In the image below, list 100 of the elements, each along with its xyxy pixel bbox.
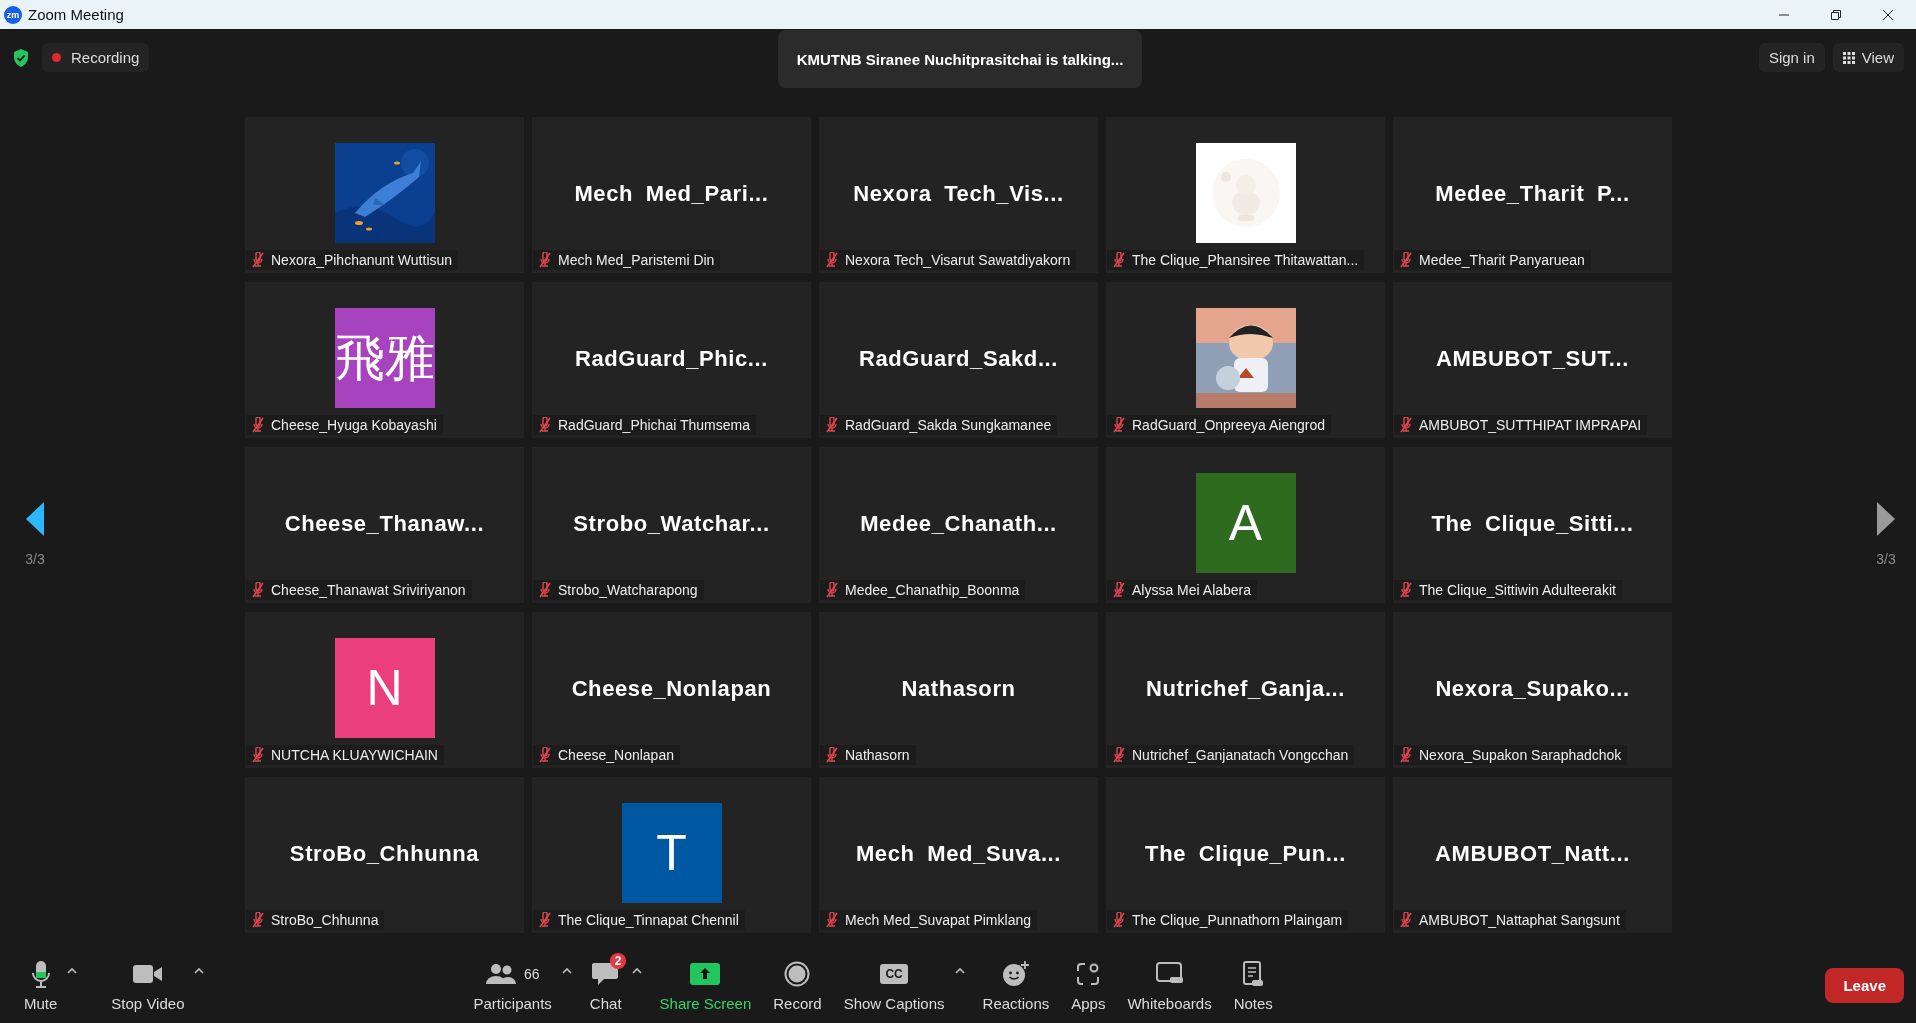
- shield-icon[interactable]: [12, 47, 30, 68]
- participant-tile[interactable]: AMBUBOT_Natt... AMBUBOT_Nattaphat Sangsunt: [1393, 777, 1672, 933]
- apps-button[interactable]: Apps: [1067, 955, 1110, 1016]
- participant-tile[interactable]: Strobo_Watchar... Strobo_Watcharapong: [532, 447, 811, 603]
- participant-name: Nathasorn: [901, 676, 1016, 702]
- participant-tile[interactable]: RadGuard_Onpreeya Aiengrod: [1106, 282, 1385, 438]
- participant-tile[interactable]: RadGuard_Sakd... RadGuard_Sakda Sungkamanee: [819, 282, 1098, 438]
- participant-tile[interactable]: RadGuard_Phic... RadGuard_Phichai Thumsema: [532, 282, 811, 438]
- participant-name: The Clique_Pun...: [1145, 841, 1346, 867]
- participant-name: RadGuard_Phic...: [575, 346, 768, 372]
- record-button[interactable]: Record: [769, 955, 826, 1016]
- participant-full-name: Nathasorn: [845, 747, 910, 763]
- participant-full-name: The Clique_Tinnapat Chennil: [558, 912, 739, 928]
- participant-full-name: Alyssa Mei Alabera: [1132, 582, 1252, 598]
- restore-icon[interactable]: [1830, 8, 1842, 21]
- participant-tile[interactable]: AMBUBOT_SUT... AMBUBOT_SUTTHIPAT IMPRAPAI: [1393, 282, 1672, 438]
- avatar-initial: 飛雅: [334, 308, 435, 408]
- captions-button[interactable]: CC Show Captions: [839, 955, 949, 1016]
- participant-name: Cheese_Thanaw...: [284, 511, 485, 537]
- participant-tile[interactable]: Medee_Chanath... Medee_Chanathip_Boonma: [819, 447, 1098, 603]
- participant-tile[interactable]: Mech Med_Suva... Mech Med_Suvapat Pimklang: [819, 777, 1098, 933]
- participant-tile[interactable]: The Clique_Phansiree Thitawattan...: [1106, 117, 1385, 273]
- participant-full-name: Nutrichef_Ganjanatach Vongcchan: [1132, 747, 1349, 763]
- participant-name: StroBo_Chhunna: [289, 841, 480, 867]
- participant-full-name: Nexora_Supakon Saraphadchok: [1419, 747, 1622, 763]
- whiteboard-icon: [1155, 962, 1184, 986]
- people-icon: [485, 963, 516, 985]
- participant-tile[interactable]: 飛雅 Cheese_Hyuga Kobayashi: [245, 282, 524, 438]
- participant-tile[interactable]: Nexora_Supako... Nexora_Supakon Saraphadchok: [1393, 612, 1672, 768]
- participant-name: Medee_Chanath...: [860, 511, 1057, 537]
- app-logo: zm: [4, 5, 22, 24]
- participant-tile[interactable]: N NUTCHA KLUAYWICHAIN: [245, 612, 524, 768]
- participant-tile[interactable]: Nathasorn Nathasorn: [819, 612, 1098, 768]
- notepad-icon: [1242, 961, 1265, 987]
- caret-icon[interactable]: [954, 967, 965, 974]
- participant-tile[interactable]: Nexora_Pihchanunt Wuttisun: [245, 117, 524, 273]
- participant-tile[interactable]: T The Clique_Tinnapat Chennil: [532, 777, 811, 933]
- participant-name: Medee_Tharit P...: [1435, 181, 1630, 207]
- participant-name: Nexora Tech_Vis...: [853, 181, 1064, 207]
- participant-name: Nexora_Supako...: [1435, 676, 1630, 702]
- participant-full-name: Cheese_Nonlapan: [558, 747, 674, 763]
- participant-full-name: Mech Med_Suvapat Pimklang: [845, 912, 1031, 928]
- participant-full-name: Cheese_Hyuga Kobayashi: [271, 417, 437, 433]
- participant-count: 66: [523, 966, 540, 982]
- leave-button[interactable]: Leave: [1825, 968, 1904, 1003]
- caret-icon[interactable]: [67, 967, 78, 974]
- share-button[interactable]: Share Screen: [655, 955, 756, 1016]
- caret-icon[interactable]: [194, 967, 205, 974]
- next-page-icon[interactable]: [1876, 501, 1896, 537]
- caret-icon[interactable]: [561, 967, 572, 974]
- caret-icon[interactable]: [631, 967, 642, 974]
- participant-full-name: Cheese_Thanawat Sriviriyanon: [271, 582, 466, 598]
- recording-indicator[interactable]: Recording: [42, 43, 150, 72]
- participant-tile[interactable]: Medee_Tharit P... Medee_Tharit Panyaruean: [1393, 117, 1672, 273]
- mic-button[interactable]: Mute: [20, 955, 62, 1016]
- participant-full-name: The Clique_Sittiwin Adulteerakit: [1419, 582, 1616, 598]
- participant-full-name: Medee_Chanathip_Boonma: [845, 582, 1020, 598]
- talking-banner: KMUTNB Siranee Nuchitprasitchai is talking...: [778, 30, 1142, 88]
- captions-icon: CC: [880, 964, 908, 984]
- record-icon: [784, 961, 811, 987]
- view-button[interactable]: View: [1832, 43, 1904, 72]
- notes-button[interactable]: Notes: [1229, 955, 1277, 1016]
- participant-tile[interactable]: Nutrichef_Ganja... Nutrichef_Ganjanatach Vongcchan: [1106, 612, 1385, 768]
- participant-tile[interactable]: Nexora Tech_Vis... Nexora Tech_Visarut Sawatdiyakorn: [819, 117, 1098, 273]
- participant-full-name: Nexora Tech_Visarut Sawatdiyakorn: [845, 252, 1071, 268]
- participant-full-name: StroBo_Chhunna: [271, 912, 379, 928]
- participant-tile[interactable]: Mech Med_Pari... Mech Med_Paristemi Din: [532, 117, 811, 273]
- window-title: Zoom Meeting: [28, 6, 124, 23]
- grid-icon: [1842, 51, 1855, 64]
- unread-badge: 2: [609, 953, 627, 969]
- participant-name: Mech Med_Suva...: [855, 841, 1062, 867]
- close-icon[interactable]: [1882, 8, 1894, 21]
- avatar-initial: N: [334, 638, 435, 738]
- participant-name: RadGuard_Sakd...: [858, 346, 1059, 372]
- participant-name: Mech Med_Pari...: [574, 181, 769, 207]
- avatar-initial: T: [621, 803, 722, 903]
- previous-page-icon[interactable]: [25, 501, 45, 537]
- participant-name: Nutrichef_Ganja...: [1145, 676, 1346, 702]
- chat-button[interactable]: 2 Chat: [585, 955, 626, 1016]
- participant-tile[interactable]: A Alyssa Mei Alabera: [1106, 447, 1385, 603]
- participant-full-name: NUTCHA KLUAYWICHAIN: [271, 747, 438, 763]
- page-indicator: 3/3: [25, 551, 45, 567]
- sign-in-button[interactable]: Sign in: [1758, 43, 1825, 72]
- participant-name: The Clique_Sitti...: [1431, 511, 1634, 537]
- participant-full-name: The Clique_Phansiree Thitawattan...: [1132, 252, 1359, 268]
- participant-name: AMBUBOT_SUT...: [1436, 346, 1629, 372]
- participant-full-name: RadGuard_Onpreeya Aiengrod: [1132, 417, 1326, 433]
- participant-tile[interactable]: Cheese_Thanaw... Cheese_Thanawat Sriviriyanon: [245, 447, 524, 603]
- participant-full-name: Nexora_Pihchanunt Wuttisun: [271, 252, 453, 268]
- participant-tile[interactable]: Cheese_Nonlapan Cheese_Nonlapan: [532, 612, 811, 768]
- participant-tile[interactable]: The Clique_Sitti... The Clique_Sittiwin Adulteerakit: [1393, 447, 1672, 603]
- page-indicator: 3/3: [1876, 551, 1896, 567]
- whiteboards-button[interactable]: Whiteboards: [1123, 955, 1216, 1016]
- video-button[interactable]: Stop Video: [107, 955, 189, 1016]
- participant-tile[interactable]: The Clique_Pun... The Clique_Punnathorn Plaingam: [1106, 777, 1385, 933]
- reactions-button[interactable]: Reactions: [978, 955, 1054, 1016]
- participant-tile[interactable]: StroBo_Chhunna StroBo_Chhunna: [245, 777, 524, 933]
- smiley-plus-icon: [1001, 961, 1030, 987]
- participant-name: AMBUBOT_Natt...: [1435, 841, 1630, 867]
- participants-button[interactable]: 66 Participants: [469, 955, 556, 1016]
